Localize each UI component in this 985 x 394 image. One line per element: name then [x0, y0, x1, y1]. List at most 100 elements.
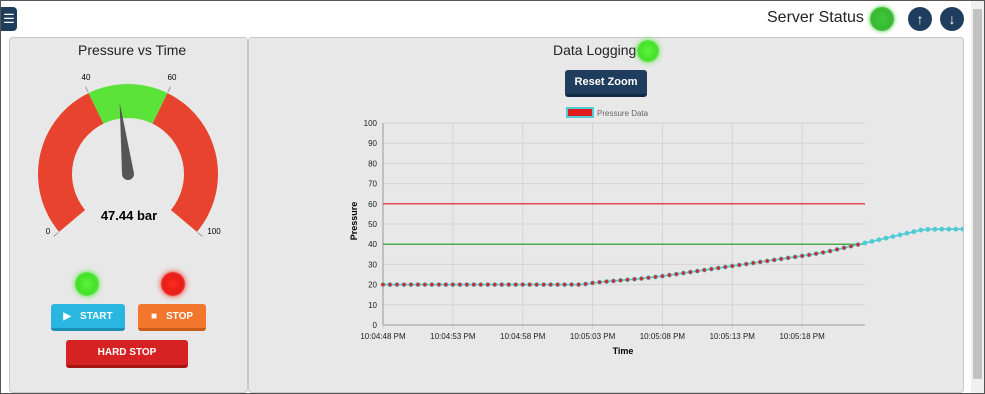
y-tick-label: 0 [373, 321, 378, 330]
gauge-band-high [152, 93, 219, 232]
data-point [660, 273, 665, 279]
pressure-data-series [380, 226, 963, 287]
data-point [736, 262, 742, 268]
data-point [876, 237, 882, 243]
start-button-label: START [80, 310, 113, 322]
data-point [443, 282, 449, 287]
top-bar: ☰ Server Status ↑ ↓ [1, 1, 970, 35]
data-point [590, 280, 595, 286]
data-point [478, 282, 484, 287]
data-point [673, 271, 679, 277]
data-point [708, 266, 714, 272]
data-point [904, 230, 910, 236]
stop-button[interactable]: ■ STOP [138, 304, 206, 331]
data-point [694, 268, 700, 274]
hamburger-menu-icon[interactable]: ☰ [1, 7, 17, 31]
data-point [939, 226, 945, 232]
data-point [715, 265, 721, 271]
data-point [555, 282, 561, 287]
gauge-band-low [37, 93, 104, 232]
data-point [513, 282, 519, 287]
scrollbar-thumb[interactable] [973, 9, 982, 379]
data-point [583, 281, 588, 287]
data-point [918, 227, 924, 233]
data-point [387, 282, 393, 287]
data-point [639, 276, 644, 281]
stop-square-icon: ■ [150, 310, 157, 322]
gauge-tick-100 [197, 232, 203, 237]
hard-stop-button[interactable]: HARD STOP [66, 340, 188, 368]
data-point [667, 272, 672, 278]
x-tick-label: 10:05:18 PM [779, 332, 825, 341]
y-tick-label: 30 [368, 260, 377, 269]
server-status-indicator [870, 7, 894, 31]
gauge-tick-60 [167, 86, 171, 93]
chart-legend[interactable]: Pressure Data [566, 107, 649, 118]
gauge-value-text: 47.44 bar [101, 208, 157, 223]
y-axis-ticks: 0 10 20 30 40 50 60 70 80 90 100 [364, 119, 378, 330]
server-status-label: Server Status [767, 9, 864, 26]
data-point [897, 232, 903, 238]
data-point [520, 282, 526, 287]
data-point [625, 277, 630, 283]
data-point [960, 226, 963, 232]
hard-stop-button-label: HARD STOP [97, 347, 157, 358]
data-point [841, 245, 847, 251]
data-point [834, 247, 840, 252]
data-point [757, 259, 763, 265]
data-point [743, 261, 749, 267]
data-point [680, 270, 686, 276]
series-line [383, 228, 963, 286]
data-point [890, 234, 896, 239]
pressure-line-chart[interactable]: Pressure Data 0 10 20 30 40 50 60 70 80 90 100 10:… [249, 38, 963, 392]
x-tick-label: 10:04:53 PM [430, 332, 476, 341]
x-tick-label: 10:04:48 PM [360, 332, 406, 341]
data-point [820, 250, 826, 255]
x-tick-label: 10:04:58 PM [500, 332, 546, 341]
data-point [792, 254, 798, 260]
legend-label: Pressure Data [597, 109, 649, 118]
data-point [813, 251, 819, 257]
data-point [450, 282, 456, 287]
data-point [394, 282, 400, 287]
x-axis-title: Time [613, 346, 634, 356]
data-point [750, 260, 756, 266]
y-tick-label: 90 [368, 139, 377, 148]
data-point [401, 282, 407, 287]
data-point [527, 282, 533, 287]
data-point [722, 264, 728, 270]
data-point [806, 252, 812, 258]
vertical-scrollbar[interactable] [971, 1, 984, 393]
data-point [855, 242, 861, 248]
data-point [827, 248, 833, 254]
y-tick-label: 60 [368, 200, 377, 209]
data-point [562, 282, 568, 287]
download-arrow-down-icon[interactable]: ↓ [940, 7, 964, 31]
data-point [946, 226, 952, 232]
gauge-label-60: 60 [168, 73, 177, 82]
y-tick-label: 80 [368, 159, 377, 168]
data-point [799, 253, 805, 259]
chart-grid [382, 122, 865, 329]
data-point [653, 274, 658, 280]
data-point [869, 238, 875, 244]
data-point [785, 255, 791, 261]
data-point [408, 282, 414, 287]
gauge-label-max: 100 [207, 227, 221, 236]
y-tick-label: 100 [364, 119, 378, 128]
play-icon: ▶ [63, 310, 72, 322]
x-tick-label: 10:05:03 PM [570, 332, 616, 341]
gauge-label-min: 0 [46, 227, 51, 236]
upload-arrow-up-icon[interactable]: ↑ [908, 7, 932, 31]
data-point [687, 269, 693, 275]
pressure-gauge-panel: Pressure vs Time 40 60 0 100 47.44 bar ▶… [9, 37, 248, 393]
data-point [436, 282, 442, 287]
data-point [883, 235, 889, 241]
data-point [953, 226, 959, 232]
data-point [506, 282, 512, 287]
data-point [485, 282, 491, 287]
start-button[interactable]: ▶ START [51, 304, 125, 331]
data-point [618, 277, 623, 283]
data-point [541, 282, 547, 287]
data-point [862, 240, 868, 246]
